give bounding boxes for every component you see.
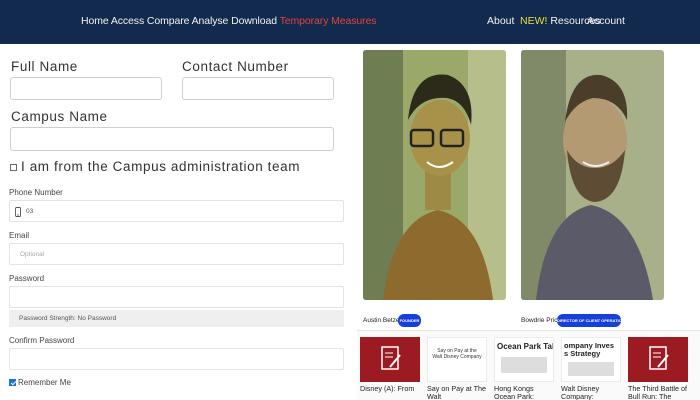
case-card[interactable]: ompany Inves s Strategy Walt Disney Comp… [561, 337, 621, 400]
case-card[interactable]: Say on Pay at the Walt Disney Company Sa… [427, 337, 487, 400]
case-thumbnail: Ocean Park Tal [494, 337, 554, 382]
phone-number-input[interactable]: 03 [9, 200, 344, 222]
confirm-password-label: Confirm Password [9, 336, 75, 345]
document-edit-icon [649, 346, 669, 370]
case-title: Say on Pay at The Walt [427, 385, 487, 400]
nav-temporary-measures[interactable]: Temporary Measures [280, 15, 377, 27]
confirm-password-input[interactable] [9, 348, 344, 370]
full-name-input[interactable] [10, 77, 162, 100]
email-label: Email [9, 231, 30, 240]
case-thumbnail: Say on Pay at the Walt Disney Company [427, 337, 487, 382]
team-member-name: Austin Betzer [363, 317, 402, 324]
campus-name-label: Campus Name [11, 109, 108, 124]
case-title: Walt Disney Company: [561, 385, 600, 400]
case-thumbnail-text: Ocean Park Tal [497, 342, 554, 351]
admin-team-checkbox[interactable] [10, 164, 17, 171]
nav-account[interactable]: Account [587, 15, 625, 27]
password-input[interactable] [9, 286, 344, 308]
case-title: Hong Kongs Ocean Park: [494, 385, 534, 400]
team-photo-austin-betzer [363, 50, 506, 300]
password-strength-meter: Password Strength: No Password [9, 310, 344, 327]
top-nav: Home Access Compare Analyse Download Tem… [0, 0, 700, 44]
phone-number-value: 03 [26, 208, 34, 215]
new-badge: NEW! [520, 15, 548, 27]
team-photo-bowdrie-price [521, 50, 664, 300]
email-placeholder: Optional [20, 251, 45, 258]
case-thumbnail-text: ompany Inves s Strategy [564, 341, 615, 358]
case-thumbnail: ompany Inves s Strategy [561, 337, 621, 382]
contact-number-input[interactable] [182, 77, 334, 100]
full-name-label: Full Name [11, 59, 78, 74]
campus-name-input[interactable] [10, 127, 334, 151]
remember-me-label: Remember Me [18, 378, 71, 387]
case-title: Disney (A): From [360, 385, 415, 393]
nav-main-links[interactable]: Home Access Compare Analyse Download Tem… [81, 15, 377, 27]
case-card[interactable]: Ocean Park Tal Hong Kongs Ocean Park: [494, 337, 554, 400]
case-thumbnail-text: Say on Pay at the Walt Disney Company [432, 348, 482, 360]
case-carousel: Disney (A): From Say on Pay at the Walt … [357, 330, 700, 400]
phone-icon [15, 207, 21, 217]
team-member-role-badge: DIRECTOR OF CLIENT OPERATIONS [557, 314, 627, 327]
team-member-role-badge: FOUNDER [398, 314, 421, 327]
nav-about[interactable]: About [487, 15, 514, 27]
password-label: Password [9, 274, 45, 283]
nav-links-text[interactable]: Home Access Compare Analyse Download [81, 15, 277, 27]
admin-team-label: I am from the Campus administration team [21, 159, 301, 174]
case-thumbnail [360, 337, 420, 382]
email-input[interactable]: Optional [9, 243, 344, 265]
case-thumbnail [628, 337, 688, 382]
case-title: The Third Battle of Bull Run: The [628, 385, 687, 400]
team-member-name: Bowdrie Price [521, 317, 562, 324]
contact-number-label: Contact Number [182, 59, 289, 74]
case-card[interactable]: The Third Battle of Bull Run: The [628, 337, 688, 400]
document-edit-icon [381, 346, 401, 370]
phone-number-label: Phone Number [9, 188, 63, 197]
case-card[interactable]: Disney (A): From [360, 337, 420, 400]
remember-me-checkbox[interactable] [9, 379, 16, 386]
